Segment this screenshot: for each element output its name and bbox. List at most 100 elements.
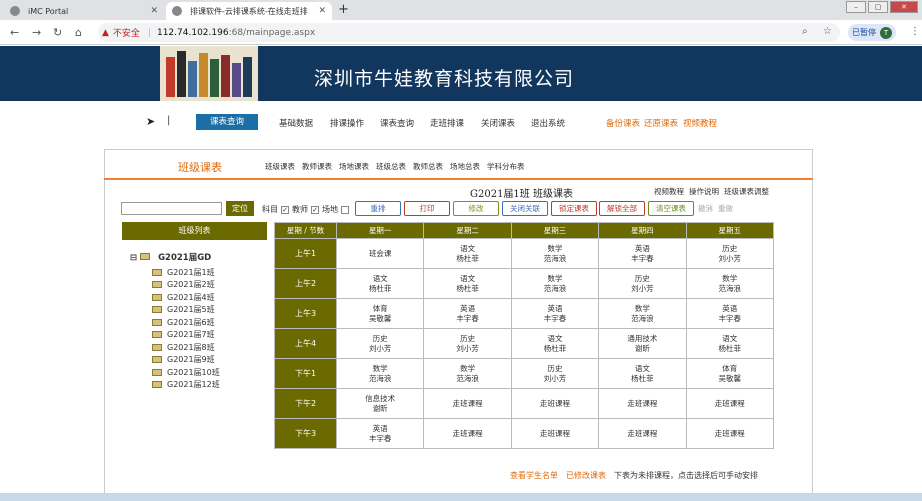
class-item[interactable]: G2021届10班 <box>130 366 220 379</box>
edit-button[interactable]: 修改 <box>453 201 499 216</box>
locate-button[interactable]: 定位 <box>226 201 254 216</box>
menu-item[interactable]: 课表查询 <box>380 117 414 129</box>
schedule-cell[interactable]: 历史 刘小芳 <box>685 238 775 269</box>
schedule-cell[interactable]: 数学 范海浪 <box>685 268 775 299</box>
close-window-icon[interactable]: ✕ <box>890 1 918 13</box>
menu-icon[interactable]: ⋮ <box>910 26 920 37</box>
class-item[interactable]: G2021届5班 <box>130 304 220 317</box>
schedule-cell[interactable]: 语文 杨杜菲 <box>685 328 775 359</box>
class-item[interactable]: G2021届6班 <box>130 316 220 329</box>
unlock-all-button[interactable]: 解锁全部 <box>599 201 645 216</box>
browser-tab-active[interactable]: 排课软件-云排课系统-在线走班排 ✕ <box>166 2 332 20</box>
menu-item[interactable]: 排课操作 <box>330 117 364 129</box>
tree-root[interactable]: ⊟ G2021届GD <box>130 251 220 263</box>
zoom-icon[interactable]: ⌕ <box>802 26 808 37</box>
tab-teacher[interactable]: 教师课表 <box>302 161 332 172</box>
class-item[interactable]: G2021届7班 <box>130 329 220 342</box>
collapse-icon[interactable]: ⊟ <box>130 253 137 263</box>
schedule-cell[interactable]: 信息技术 谢昕 <box>335 388 425 419</box>
url-input[interactable]: ▲ 不安全 | 112.74.102.196 :68/mainpage.aspx <box>98 23 840 42</box>
schedule-cell[interactable]: 体育 吴敬馨 <box>685 358 775 389</box>
schedule-cell[interactable]: 语文 杨杜菲 <box>510 328 600 359</box>
schedule-cell[interactable]: 数学 范海浪 <box>510 238 600 269</box>
browser-tab[interactable]: iMC Portal ✕ <box>4 2 164 20</box>
class-item[interactable]: G2021届12班 <box>130 379 220 392</box>
lock-schedule-button[interactable]: 锁定课表 <box>551 201 597 216</box>
security-status[interactable]: 不安全 <box>113 26 140 39</box>
redo-button[interactable]: 重做 <box>718 203 733 214</box>
print-button[interactable]: 打印 <box>404 201 450 216</box>
schedule-cell[interactable]: 语文 杨杜菲 <box>423 268 512 299</box>
tab-class-total[interactable]: 班级总表 <box>376 161 406 172</box>
locate-input[interactable] <box>121 202 222 215</box>
tab-room[interactable]: 场地课表 <box>339 161 369 172</box>
schedule-cell[interactable]: 历史 刘小芳 <box>598 268 687 299</box>
schedule-cell[interactable]: 走班课程 <box>598 388 687 419</box>
help-link[interactable]: 班级课表调整 <box>724 186 769 197</box>
star-icon[interactable]: ☆ <box>823 26 832 37</box>
view-students-link[interactable]: 查看学生名单 <box>510 470 558 481</box>
reschedule-button[interactable]: 重排 <box>355 201 401 216</box>
schedule-cell[interactable]: 英语 丰宇春 <box>598 238 687 269</box>
close-icon[interactable]: ✕ <box>318 6 326 16</box>
schedule-cell[interactable]: 数学 范海浪 <box>335 358 425 389</box>
class-item[interactable]: G2021届2班 <box>130 279 220 292</box>
tab-teacher-total[interactable]: 教师总表 <box>413 161 443 172</box>
schedule-cell[interactable]: 走班课程 <box>685 418 775 449</box>
undo-button[interactable]: 撤消 <box>698 203 713 214</box>
schedule-cell[interactable]: 走班课程 <box>510 418 600 449</box>
tab-room-total[interactable]: 场地总表 <box>450 161 480 172</box>
schedule-cell[interactable]: 历史 刘小芳 <box>335 328 425 359</box>
schedule-cell[interactable]: 数学 范海浪 <box>510 268 600 299</box>
schedule-cell[interactable]: 英语 丰宇春 <box>335 418 425 449</box>
tab-class[interactable]: 班级课表 <box>265 161 295 172</box>
menu-item[interactable]: 关闭课表 <box>481 117 515 129</box>
minimize-icon[interactable]: – <box>846 1 866 13</box>
help-link[interactable]: 视频教程 <box>654 186 684 197</box>
schedule-cell[interactable]: 走班课程 <box>423 418 512 449</box>
menu-item-active[interactable]: 课表查询 <box>196 114 258 130</box>
menu-extra-link[interactable]: 备份课表 <box>606 117 640 129</box>
menu-extra-link[interactable]: 视频教程 <box>683 117 717 129</box>
schedule-cell[interactable]: 历史 刘小芳 <box>423 328 512 359</box>
schedule-cell[interactable]: 数学 范海浪 <box>598 298 687 329</box>
maximize-icon[interactable]: ▢ <box>868 1 888 13</box>
new-tab-button[interactable]: + <box>338 2 349 17</box>
class-item[interactable]: G2021届8班 <box>130 341 220 354</box>
schedule-cell[interactable]: 语文 杨杜菲 <box>335 268 425 299</box>
forward-icon[interactable]: → <box>32 26 41 39</box>
menu-item[interactable]: 退出系统 <box>531 117 565 129</box>
schedule-cell[interactable]: 通用技术 谢昕 <box>598 328 687 359</box>
modified-schedule-link[interactable]: 已修改课表 <box>566 470 606 481</box>
clear-schedule-button[interactable]: 清空课表 <box>648 201 694 216</box>
schedule-cell[interactable]: 英语 丰宇春 <box>510 298 600 329</box>
schedule-cell[interactable]: 班会课 <box>335 238 425 269</box>
schedule-cell[interactable]: 历史 刘小芳 <box>510 358 600 389</box>
class-item[interactable]: G2021届4班 <box>130 291 220 304</box>
home-icon[interactable]: ⌂ <box>75 26 82 39</box>
tab-subject-distribution[interactable]: 学科分布表 <box>487 161 525 172</box>
teacher-checkbox[interactable]: ✓ <box>311 205 319 214</box>
class-item[interactable]: G2021届1班 <box>130 266 220 279</box>
back-icon[interactable]: ← <box>10 26 19 39</box>
help-link[interactable]: 操作说明 <box>689 186 719 197</box>
profile-button[interactable]: 已暂停 T <box>848 24 896 41</box>
schedule-cell[interactable]: 走班课程 <box>510 388 600 419</box>
schedule-cell[interactable]: 走班课程 <box>598 418 687 449</box>
schedule-cell[interactable]: 语文 杨杜菲 <box>423 238 512 269</box>
close-icon[interactable]: ✕ <box>150 6 158 16</box>
schedule-cell[interactable]: 走班课程 <box>423 388 512 419</box>
schedule-cell[interactable]: 走班课程 <box>685 388 775 419</box>
menu-extra-link[interactable]: 还原课表 <box>644 117 678 129</box>
reload-icon[interactable]: ↻ <box>53 26 62 39</box>
schedule-cell[interactable]: 数学 范海浪 <box>423 358 512 389</box>
schedule-cell[interactable]: 英语 丰宇春 <box>685 298 775 329</box>
room-checkbox[interactable] <box>341 205 349 214</box>
subject-checkbox[interactable]: ✓ <box>281 205 289 214</box>
class-item[interactable]: G2021届9班 <box>130 354 220 367</box>
schedule-cell[interactable]: 语文 杨杜菲 <box>598 358 687 389</box>
menu-item[interactable]: 走班排课 <box>430 117 464 129</box>
schedule-cell[interactable]: 英语 丰宇春 <box>423 298 512 329</box>
menu-item[interactable]: 基础数据 <box>279 117 313 129</box>
schedule-cell[interactable]: 体育 吴敬馨 <box>335 298 425 329</box>
